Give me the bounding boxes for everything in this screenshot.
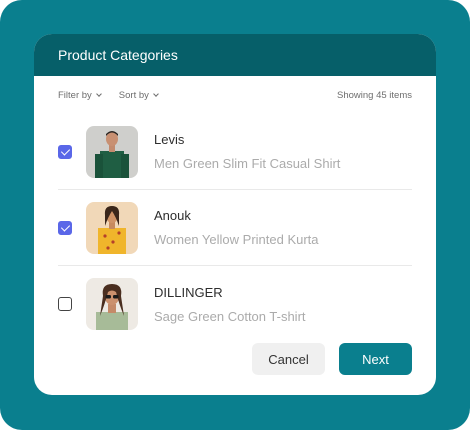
product-categories-dialog: Product Categories Filter by Sort by Sho… [34, 34, 436, 395]
list-item[interactable]: Levis Men Green Slim Fit Casual Shirt [58, 114, 412, 190]
item-checkbox[interactable] [58, 220, 72, 235]
dialog-header: Product Categories [34, 34, 436, 76]
filter-by-dropdown[interactable]: Filter by [58, 89, 102, 101]
item-description: Men Green Slim Fit Casual Shirt [154, 156, 341, 171]
dialog-title: Product Categories [58, 47, 178, 63]
item-brand: DILLINGER [154, 284, 223, 300]
background-frame: Product Categories Filter by Sort by Sho… [0, 0, 470, 430]
item-checkbox[interactable] [58, 144, 72, 159]
chevron-down-icon [95, 90, 102, 97]
chevron-down-icon [153, 90, 159, 97]
list-item[interactable]: DILLINGER Sage Green Cotton T-shirt [58, 266, 412, 342]
list-toolbar: Filter by Sort by Showing 45 items [34, 76, 436, 114]
sort-by-dropdown[interactable]: Sort by [118, 89, 159, 101]
cancel-button[interactable]: Cancel [252, 343, 325, 375]
product-list: Levis Men Green Slim Fit Casual Shirt An… [34, 114, 436, 342]
sort-by-label: Sort by [118, 89, 149, 101]
item-description: Sage Green Cotton T-shirt [154, 308, 306, 324]
product-thumbnail [86, 278, 138, 330]
list-item[interactable]: Anouk Women Yellow Printed Kurta [58, 190, 412, 266]
item-count-text: Showing 45 items [337, 89, 412, 101]
product-thumbnail [86, 125, 138, 178]
item-description: Women Yellow Printed Kurta [154, 232, 319, 247]
item-brand: Anouk [154, 208, 191, 223]
next-button[interactable]: Next [339, 343, 412, 375]
item-checkbox[interactable] [58, 297, 72, 311]
item-brand: Levis [154, 132, 185, 147]
dialog-actions: Cancel Next [252, 343, 412, 375]
filter-by-label: Filter by [58, 89, 92, 101]
product-thumbnail [86, 201, 138, 254]
